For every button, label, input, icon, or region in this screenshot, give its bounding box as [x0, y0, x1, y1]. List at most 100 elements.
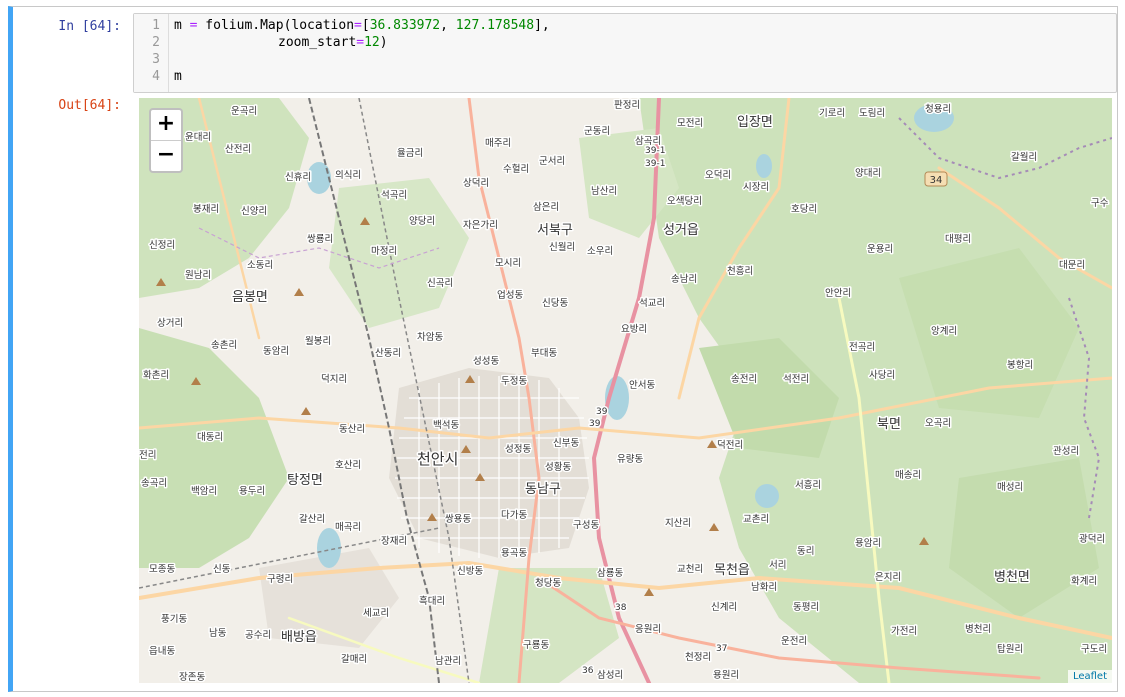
place-label: 원남리: [185, 270, 211, 281]
place-label: 배방읍: [281, 630, 317, 645]
place-label: 송전리: [731, 374, 757, 385]
place-label: 입장면: [737, 115, 773, 130]
place-label: 매성리: [997, 482, 1023, 493]
place-label: 흑대리: [419, 595, 445, 607]
place-label: 산동리: [375, 348, 401, 359]
place-label: 청용리: [925, 104, 951, 115]
place-label: 상덕리: [463, 178, 489, 189]
code-line-4: m: [174, 69, 182, 84]
place-label: 서북구: [537, 223, 573, 238]
place-label: 의식리: [335, 170, 361, 181]
road-number: 38: [615, 603, 627, 613]
map-tiles[interactable]: 34 39-1 39-1 39 39 38 37 36 천안시 동남구 서북구 …: [139, 98, 1112, 683]
place-label: 구도리: [1081, 644, 1107, 655]
line-number: 2: [152, 35, 160, 50]
place-label: 전곡리: [849, 342, 875, 353]
line-number-gutter: 1 2 3 4: [134, 14, 169, 92]
code-editor[interactable]: 1 2 3 4 m = folium.Map(location=[36.8339…: [133, 13, 1117, 93]
place-label: 봉항리: [1007, 360, 1033, 371]
place-label: 오덕리: [705, 170, 731, 181]
place-label: 삼곡리: [635, 136, 661, 147]
place-label: 윤대리: [185, 132, 211, 143]
place-label: 갈산리: [299, 513, 325, 525]
leaflet-attribution-link[interactable]: Leaflet: [1067, 670, 1112, 683]
place-label: 가전리: [891, 626, 917, 637]
place-label: 풍기동: [161, 614, 187, 625]
place-label: 덕전리: [717, 440, 743, 451]
place-label: 산전리: [225, 144, 251, 155]
place-label: 구령리: [267, 573, 293, 585]
line-number: 4: [152, 69, 160, 84]
place-label: 신당동: [542, 298, 568, 309]
place-label: 양당리: [409, 216, 435, 227]
place-label: 석전리: [783, 374, 809, 385]
place-label: 관성리: [1053, 446, 1079, 457]
place-label: 매주리: [485, 138, 511, 149]
place-label: 성거읍: [663, 223, 699, 238]
place-label: 석교리: [639, 298, 665, 309]
zoom-in-button[interactable]: +: [151, 110, 181, 141]
place-label: 호산리: [335, 460, 361, 471]
reservoir: [755, 484, 779, 508]
place-label: 성성동: [473, 356, 499, 367]
place-label: 대동리: [197, 432, 223, 443]
place-label: 구성동: [573, 520, 599, 531]
road-number: 39: [596, 407, 608, 417]
place-label: 쌍용동: [445, 514, 471, 525]
place-label: 용곡동: [501, 548, 527, 559]
place-label: 삼룡동: [597, 568, 623, 579]
code-line-1: m = folium.Map(location=[36.833972, 127.…: [174, 18, 550, 33]
place-label: 백암리: [191, 485, 217, 497]
place-label: 송남리: [671, 274, 697, 285]
zoom-out-button[interactable]: −: [151, 141, 181, 171]
place-label: 탑원리: [997, 643, 1023, 655]
place-label: 자은가리: [463, 220, 498, 231]
place-label: 송촌리: [211, 340, 237, 351]
place-label: 월봉리: [305, 335, 331, 347]
place-label: 구수: [1091, 198, 1109, 209]
place-label: 갈월리: [1011, 151, 1037, 163]
place-label: 신계리: [711, 601, 737, 613]
output-prompt: Out[64]:: [58, 98, 121, 113]
place-label: 화촌리: [143, 370, 169, 381]
place-label: 부대동: [531, 348, 557, 359]
place-label: 장재리: [381, 536, 407, 547]
place-label: 남동: [209, 628, 227, 639]
place-label: 화계리: [1071, 575, 1097, 587]
place-label: 음봉면: [232, 290, 268, 305]
place-label: 앙계리: [931, 325, 957, 337]
place-label: 유량동: [617, 453, 643, 465]
leaflet-map[interactable]: 34 39-1 39-1 39 39 38 37 36 천안시 동남구 서북구 …: [139, 98, 1112, 683]
place-label: 소우리: [587, 246, 613, 257]
place-label: 지산리: [665, 518, 691, 529]
place-label: 요방리: [621, 324, 647, 335]
place-label: 대문리: [1059, 260, 1085, 271]
place-label: 성황동: [545, 462, 571, 473]
road-number: 37: [716, 644, 727, 654]
place-label: 두정동: [501, 376, 527, 387]
place-label: 마정리: [371, 246, 397, 257]
place-label: 석곡리: [381, 190, 407, 201]
place-label: 신곡리: [427, 278, 453, 289]
place-label: 신방동: [457, 566, 483, 577]
place-label: 쌍룡리: [307, 234, 333, 245]
notebook-cell[interactable]: In [64]: 1 2 3 4 m = folium.Map(location…: [8, 6, 1118, 692]
place-label: 안서동: [629, 380, 655, 391]
place-label: 사당리: [869, 370, 895, 381]
place-label: 병천면: [994, 570, 1030, 585]
place-label: 응원리: [635, 624, 661, 635]
place-label: 신양리: [241, 206, 267, 217]
place-label: 다가동: [501, 510, 527, 521]
place-label: 수헐리: [503, 163, 529, 175]
place-label: 운곡리: [231, 106, 257, 117]
place-label: 운전리: [781, 636, 807, 647]
place-label: 천정리: [685, 652, 711, 663]
place-label: 모종동: [149, 564, 175, 575]
zoom-control: + −: [149, 108, 183, 173]
place-label: 목천읍: [714, 563, 750, 578]
road-number: 39-1: [645, 159, 665, 169]
place-label: 탕정면: [287, 473, 323, 488]
place-label: 모시리: [495, 258, 521, 269]
place-label: 오곡리: [925, 418, 951, 429]
place-label: 매곡리: [335, 522, 361, 533]
